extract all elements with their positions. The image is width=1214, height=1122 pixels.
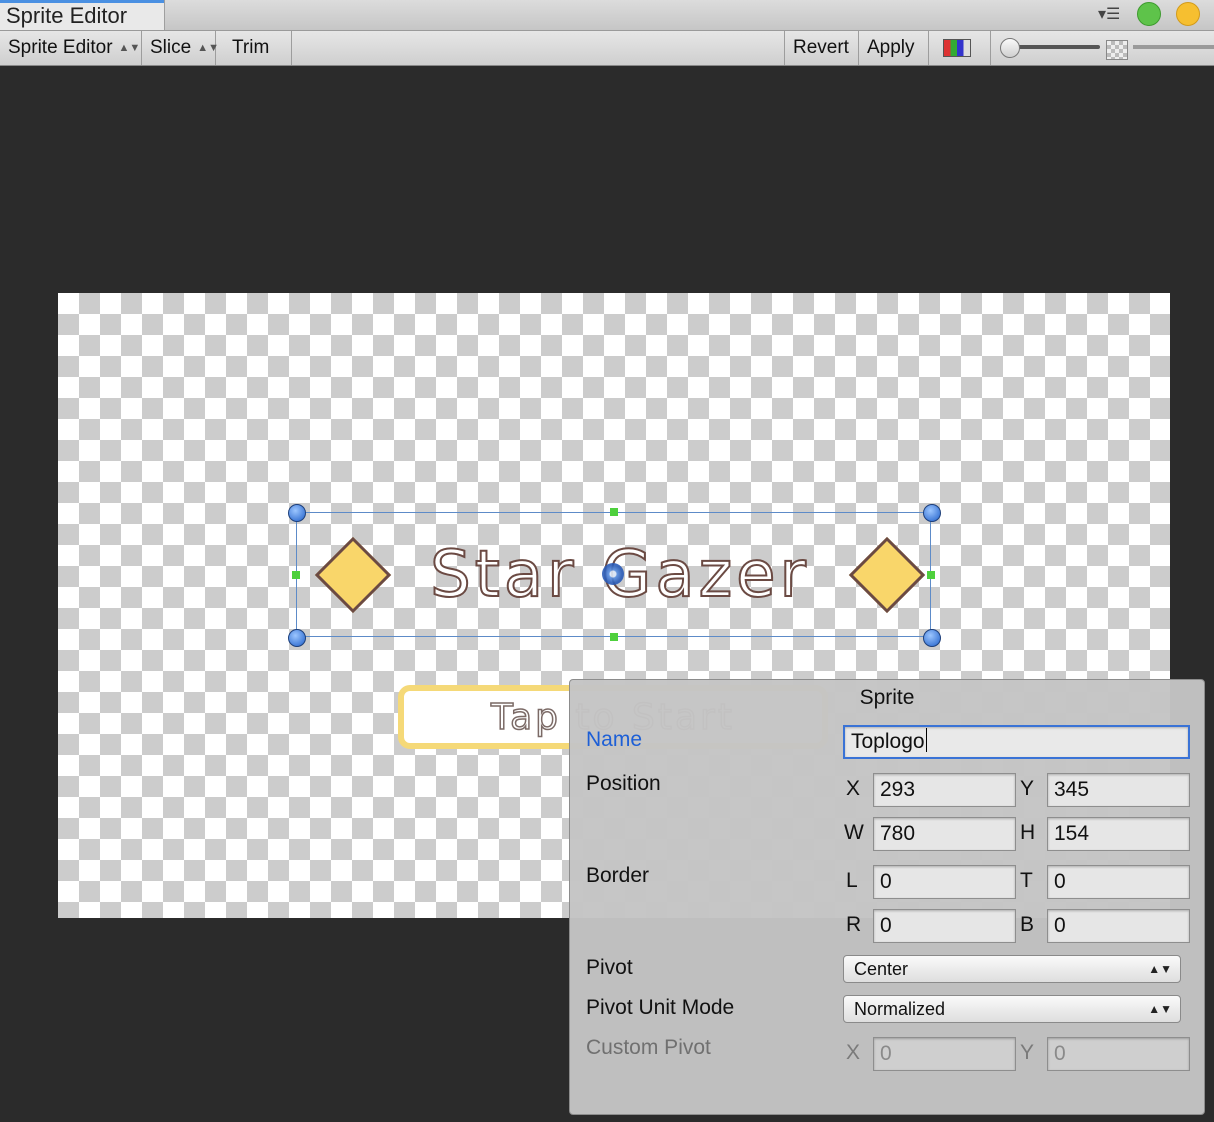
size-w-label: W bbox=[844, 821, 864, 844]
maximize-button[interactable] bbox=[1137, 2, 1161, 26]
custom-pivot-label: Custom Pivot bbox=[586, 1036, 711, 1059]
border-r-label: R bbox=[846, 913, 862, 936]
text-caret bbox=[925, 728, 927, 752]
border-label: Border bbox=[586, 864, 650, 887]
pivot-unit-mode-dropdown[interactable]: Normalized ▲▼ bbox=[843, 995, 1181, 1023]
border-handle-top[interactable] bbox=[610, 508, 618, 516]
border-handle-bottom[interactable] bbox=[610, 633, 618, 641]
name-field[interactable]: Toplogo bbox=[843, 725, 1190, 759]
size-h-field[interactable]: 154 bbox=[1047, 817, 1190, 851]
updown-arrows-icon: ▲▼ bbox=[1148, 962, 1172, 976]
minimize-button[interactable] bbox=[1176, 2, 1200, 26]
rgb-channel-icon bbox=[943, 39, 971, 57]
pivot-handle-icon[interactable] bbox=[602, 563, 624, 585]
size-h-label: H bbox=[1020, 821, 1036, 844]
mip-slider-track[interactable] bbox=[1133, 45, 1214, 49]
resize-handle-bottom-left[interactable] bbox=[288, 629, 306, 647]
position-label: Position bbox=[586, 772, 661, 795]
pivot-dropdown-value: Center bbox=[854, 959, 909, 979]
updown-arrows-icon: ▲▼ bbox=[1148, 1002, 1172, 1016]
trim-button[interactable]: Trim bbox=[216, 31, 292, 65]
border-r-field[interactable]: 0 bbox=[873, 909, 1016, 943]
custom-pivot-y-label: Y bbox=[1020, 1041, 1035, 1064]
sprite-inspector-panel: Sprite Name Toplogo Position X 293 Y 345… bbox=[569, 679, 1205, 1115]
name-field-value: Toplogo bbox=[851, 730, 925, 753]
slice-dropdown[interactable]: Slice ▲▼ bbox=[142, 31, 219, 65]
border-t-label: T bbox=[1020, 869, 1033, 892]
zoom-slider-track[interactable] bbox=[1008, 45, 1100, 49]
position-y-field[interactable]: 345 bbox=[1047, 773, 1190, 807]
pivot-unit-mode-label: Pivot Unit Mode bbox=[586, 996, 735, 1019]
custom-pivot-y-field: 0 bbox=[1047, 1037, 1190, 1071]
mip-level-icon bbox=[1106, 40, 1128, 60]
toolbar-spacer bbox=[292, 31, 785, 65]
border-b-field[interactable]: 0 bbox=[1047, 909, 1190, 943]
tab-sprite-editor[interactable]: Sprite Editor bbox=[0, 0, 165, 30]
resize-handle-top-left[interactable] bbox=[288, 504, 306, 522]
border-handle-left[interactable] bbox=[292, 571, 300, 579]
position-y-label: Y bbox=[1020, 777, 1035, 800]
border-handle-right[interactable] bbox=[927, 571, 935, 579]
sprite-editor-dropdown-label: Sprite Editor bbox=[8, 37, 113, 58]
border-t-field[interactable]: 0 bbox=[1047, 865, 1190, 899]
window-menu-icon[interactable]: ▾☰ bbox=[1098, 4, 1120, 24]
size-w-field[interactable]: 780 bbox=[873, 817, 1016, 851]
sprite-editor-dropdown[interactable]: Sprite Editor ▲▼ bbox=[0, 31, 142, 65]
color-channel-toggle[interactable] bbox=[929, 31, 991, 65]
zoom-slider-knob[interactable] bbox=[1000, 38, 1020, 58]
border-l-label: L bbox=[846, 869, 858, 892]
resize-handle-top-right[interactable] bbox=[923, 504, 941, 522]
resize-handle-bottom-right[interactable] bbox=[923, 629, 941, 647]
name-label: Name bbox=[586, 728, 643, 751]
border-l-field[interactable]: 0 bbox=[873, 865, 1016, 899]
pivot-dropdown[interactable]: Center ▲▼ bbox=[843, 955, 1181, 983]
apply-button[interactable]: Apply bbox=[859, 31, 929, 65]
position-x-label: X bbox=[846, 777, 861, 800]
custom-pivot-x-label: X bbox=[846, 1041, 861, 1064]
pivot-unit-mode-value: Normalized bbox=[854, 999, 946, 1019]
window-titlebar: Sprite Editor ▾☰ bbox=[0, 0, 1214, 31]
custom-pivot-x-field: 0 bbox=[873, 1037, 1016, 1071]
pivot-label: Pivot bbox=[586, 956, 633, 979]
updown-arrows-icon: ▲▼ bbox=[118, 42, 141, 54]
position-x-field[interactable]: 293 bbox=[873, 773, 1016, 807]
revert-button[interactable]: Revert bbox=[785, 31, 859, 65]
slice-dropdown-label: Slice bbox=[150, 37, 192, 58]
border-b-label: B bbox=[1020, 913, 1035, 936]
panel-title: Sprite bbox=[859, 686, 915, 709]
